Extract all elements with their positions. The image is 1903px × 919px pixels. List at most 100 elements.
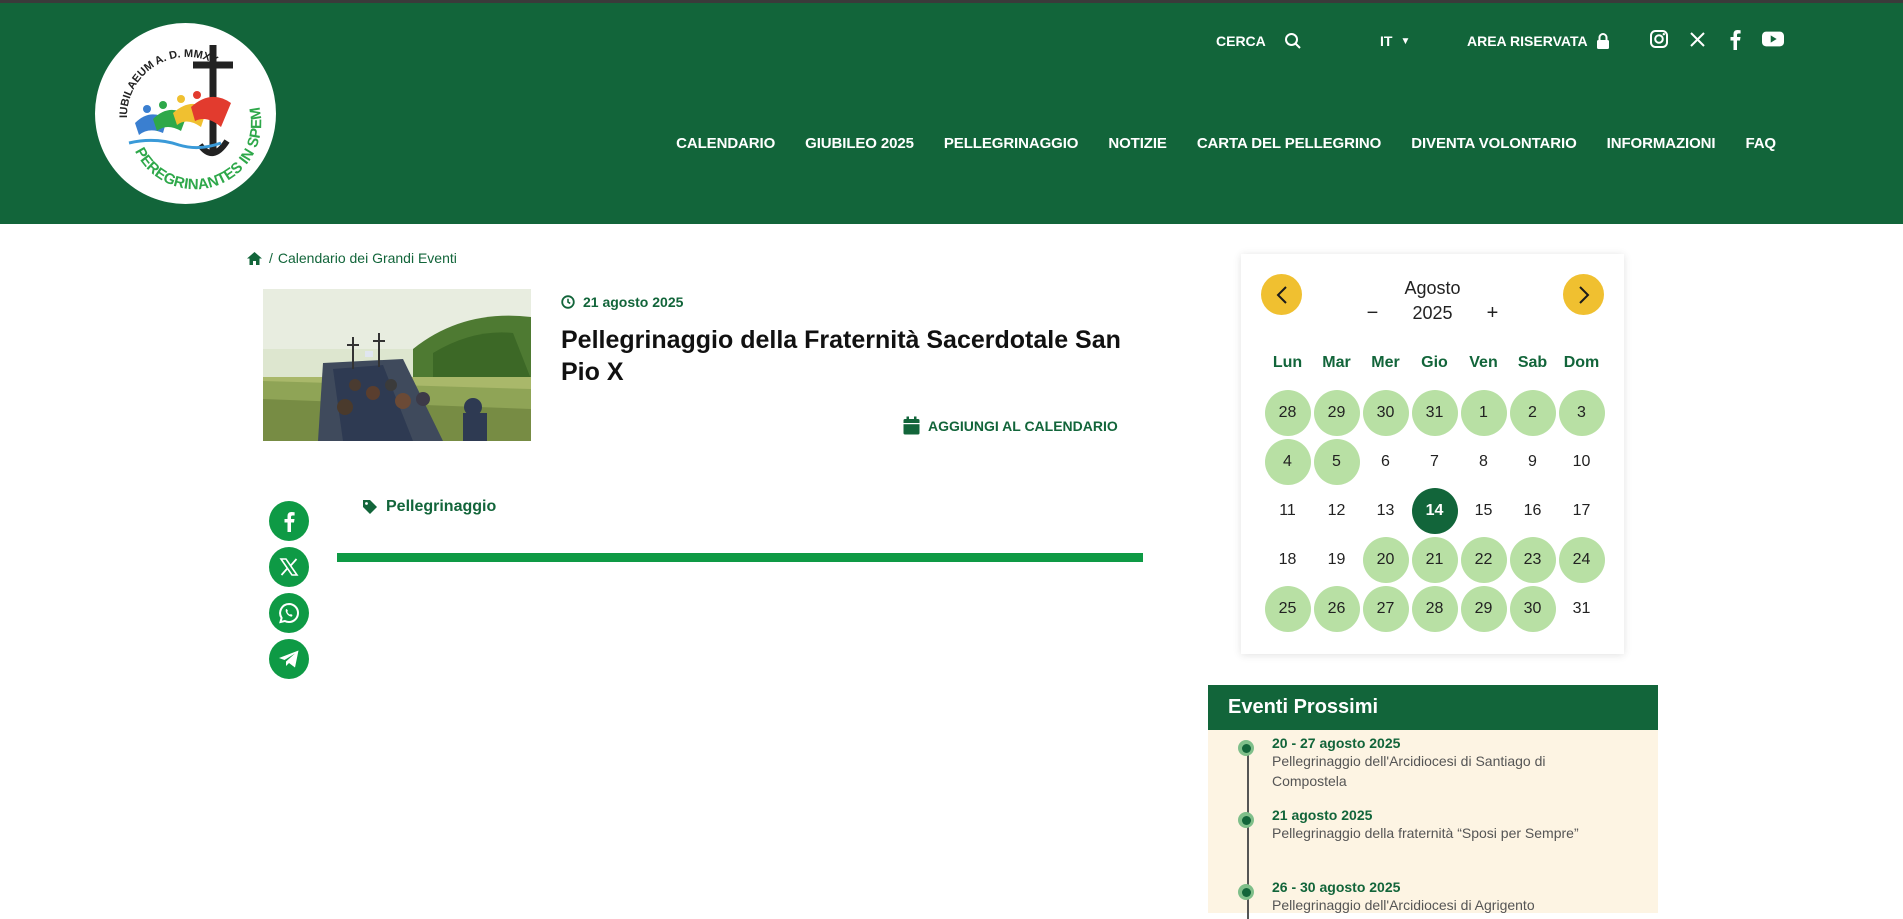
calendar-day: 15 <box>1459 486 1508 535</box>
calendar-day-with-event[interactable]: 5 <box>1312 437 1361 486</box>
instagram-icon[interactable] <box>1648 28 1670 50</box>
calendar-day-with-event[interactable]: 4 <box>1263 437 1312 486</box>
calendar-day-number: 30 <box>1362 389 1409 436</box>
calendar-day-number: 29 <box>1460 585 1507 632</box>
calendar-day: 6 <box>1361 437 1410 486</box>
home-icon[interactable] <box>246 251 263 266</box>
calendar-day-with-event[interactable]: 25 <box>1263 584 1312 633</box>
calendar-day-number: 10 <box>1572 452 1591 470</box>
calendar-day-number: 15 <box>1474 501 1493 519</box>
nav-notizie[interactable]: NOTIZIE <box>1108 135 1167 152</box>
reserved-area-label: AREA RISERVATA <box>1467 33 1588 49</box>
calendar-day-number: 25 <box>1264 585 1311 632</box>
nav-calendario[interactable]: CALENDARIO <box>676 135 775 152</box>
calendar-day: 11 <box>1263 486 1312 535</box>
calendar-day: 18 <box>1263 535 1312 584</box>
add-to-calendar-button[interactable]: AGGIUNGI AL CALENDARIO <box>903 416 1118 435</box>
language-label: IT <box>1380 33 1393 49</box>
upcoming-event-item[interactable]: 21 agosto 2025 Pellegrinaggio della frat… <box>1238 807 1612 843</box>
calendar-day: 7 <box>1410 437 1459 486</box>
year-decrement-button[interactable]: − <box>1343 302 1403 325</box>
calendar-icon <box>903 416 920 435</box>
x-icon[interactable] <box>1686 28 1708 50</box>
calendar-day-number: 19 <box>1327 550 1346 568</box>
calendar-day-with-event[interactable]: 28 <box>1410 584 1459 633</box>
calendar-day-with-event[interactable]: 20 <box>1361 535 1410 584</box>
nav-carta-del-pellegrino[interactable]: CARTA DEL PELLEGRINO <box>1197 135 1382 152</box>
calendar-day-with-event[interactable]: 30 <box>1361 388 1410 437</box>
nav-pellegrinaggio[interactable]: PELLEGRINAGGIO <box>944 135 1079 152</box>
facebook-icon[interactable] <box>1724 28 1746 50</box>
calendar-day-number: 24 <box>1558 536 1605 583</box>
lock-icon <box>1596 33 1609 49</box>
calendar-day-with-event[interactable]: 23 <box>1508 535 1557 584</box>
calendar-day-with-event[interactable]: 2 <box>1508 388 1557 437</box>
calendar-year: 2025 <box>1412 303 1453 323</box>
social-links <box>1648 28 1784 50</box>
tag-icon <box>363 500 377 514</box>
calendar-day-number: 17 <box>1572 501 1591 519</box>
nav-diventa-volontario[interactable]: DIVENTA VOLONTARIO <box>1411 135 1577 152</box>
calendar-day-number: 28 <box>1264 389 1311 436</box>
share-whatsapp-button[interactable] <box>269 593 309 633</box>
calendar-day-number: 4 <box>1264 438 1311 485</box>
calendar-day-number: 8 <box>1479 452 1488 470</box>
calendar-day-with-event[interactable]: 21 <box>1410 535 1459 584</box>
timeline-dot <box>1238 740 1254 756</box>
calendar-day-with-event[interactable]: 22 <box>1459 535 1508 584</box>
content-divider <box>337 553 1143 562</box>
calendar-day-with-event[interactable]: 27 <box>1361 584 1410 633</box>
weekday-label: Sab <box>1517 354 1548 371</box>
whatsapp-icon <box>279 602 299 624</box>
event-title: Pellegrinaggio della Fraternità Sacerdot… <box>561 326 1121 386</box>
calendar-day: 19 <box>1312 535 1361 584</box>
calendar-day-with-event[interactable]: 3 <box>1557 388 1606 437</box>
jubilee-logo[interactable]: IUBILAEUM A. D. MMXXV PEREGRINANTES IN S… <box>95 23 276 204</box>
calendar-day: 16 <box>1508 486 1557 535</box>
search-button[interactable]: CERCA <box>1216 29 1302 53</box>
calendar-day-number: 31 <box>1411 389 1458 436</box>
breadcrumb-current[interactable]: Calendario dei Grandi Eventi <box>278 250 457 266</box>
event-calendar-widget: Agosto − 2025 + Lun Mar Mer Gio Ven Sab … <box>1241 254 1624 654</box>
calendar-day: 13 <box>1361 486 1410 535</box>
language-selector[interactable]: IT ▼ <box>1380 29 1410 53</box>
calendar-day: 8 <box>1459 437 1508 486</box>
nav-giubileo-2025[interactable]: GIUBILEO 2025 <box>805 135 914 152</box>
calendar-day-number: 14 <box>1411 487 1458 534</box>
calendar-day-with-event[interactable]: 24 <box>1557 535 1606 584</box>
calendar-day-with-event[interactable]: 28 <box>1263 388 1312 437</box>
calendar-day-number: 5 <box>1313 438 1360 485</box>
upcoming-event-title: Pellegrinaggio della fraternità “Sposi p… <box>1272 825 1579 841</box>
nav-informazioni[interactable]: INFORMAZIONI <box>1607 135 1716 152</box>
calendar-day-today[interactable]: 14 <box>1410 486 1459 535</box>
year-increment-button[interactable]: + <box>1463 302 1523 325</box>
reserved-area-link[interactable]: AREA RISERVATA <box>1467 29 1610 53</box>
calendar-day-with-event[interactable]: 29 <box>1459 584 1508 633</box>
calendar-days-grid: 28 29 30 31 1 2 3 4 5 6 7 8 9 10 11 12 13 14 15 16 17 18 19 20 2… <box>1263 388 1606 633</box>
timeline-dot <box>1238 884 1254 900</box>
clock-icon <box>561 295 575 309</box>
breadcrumb-separator: / <box>269 250 273 266</box>
calendar-day-number: 29 <box>1313 389 1360 436</box>
upcoming-event-item[interactable]: 26 - 30 agosto 2025 Pellegrinaggio dell'… <box>1238 879 1612 915</box>
share-facebook-button[interactable] <box>269 501 309 541</box>
upcoming-event-date: 21 agosto 2025 <box>1272 807 1373 823</box>
calendar-day-number: 9 <box>1528 452 1537 470</box>
calendar-day-number: 28 <box>1411 585 1458 632</box>
calendar-day-with-event[interactable]: 30 <box>1508 584 1557 633</box>
event-tag[interactable]: Pellegrinaggio <box>362 498 496 516</box>
share-x-button[interactable] <box>269 547 309 587</box>
calendar-day-with-event[interactable]: 29 <box>1312 388 1361 437</box>
calendar-day: 17 <box>1557 486 1606 535</box>
share-telegram-button[interactable] <box>269 639 309 679</box>
calendar-next-button[interactable] <box>1563 274 1604 315</box>
calendar-day-number: 23 <box>1509 536 1556 583</box>
calendar-day-with-event[interactable]: 26 <box>1312 584 1361 633</box>
upcoming-event-item[interactable]: 20 - 27 agosto 2025 Pellegrinaggio dell'… <box>1238 735 1612 791</box>
share-buttons <box>269 501 309 679</box>
calendar-day-with-event[interactable]: 31 <box>1410 388 1459 437</box>
calendar-day-with-event[interactable]: 1 <box>1459 388 1508 437</box>
youtube-icon[interactable] <box>1762 28 1784 50</box>
nav-faq[interactable]: FAQ <box>1745 135 1776 152</box>
x-icon <box>279 558 299 576</box>
